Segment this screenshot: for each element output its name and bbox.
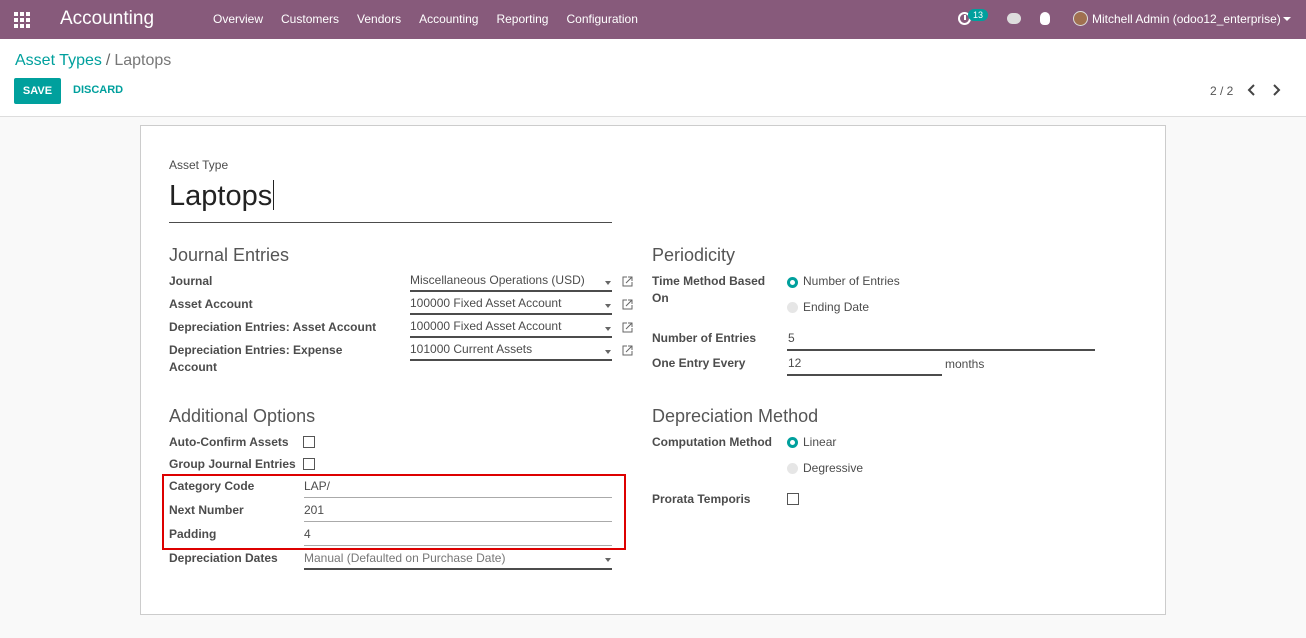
breadcrumb-current: Laptops	[114, 52, 172, 69]
breadcrumb: Asset Types / Laptops	[15, 52, 171, 70]
radio-number-of-entries[interactable]	[787, 277, 798, 288]
menu-configuration[interactable]: Configuration	[566, 12, 637, 26]
asset-account-label: Asset Account	[169, 297, 253, 311]
depreciation-dates-label: Depreciation Dates	[169, 551, 278, 565]
dep-asset-account-external-link-icon[interactable]	[622, 322, 633, 333]
group-entries-label: Group Journal Entries	[169, 457, 296, 471]
apps-menu-icon[interactable]	[14, 12, 31, 28]
time-method-label-line2: On	[652, 291, 669, 305]
highlight-box	[162, 474, 626, 550]
one-entry-every-unit: months	[945, 357, 985, 371]
pager-next-icon[interactable]	[1272, 84, 1281, 96]
dep-expense-account-external-link-icon[interactable]	[622, 345, 633, 356]
prorata-temporis-checkbox[interactable]	[787, 493, 799, 505]
depreciation-dates-value: Manual (Defaulted on Purchase Date)	[304, 551, 506, 565]
asset-account-value: 100000 Fixed Asset Account	[410, 296, 562, 310]
user-avatar[interactable]	[1073, 11, 1088, 26]
journal-label: Journal	[169, 274, 213, 288]
radio-degressive-label[interactable]: Degressive	[803, 461, 863, 475]
menu-overview[interactable]: Overview	[213, 12, 263, 26]
asset-type-name-value: Laptops	[169, 180, 273, 212]
debug-bug-icon[interactable]	[1040, 12, 1050, 25]
dep-expense-account-label-line2: Account	[169, 360, 217, 374]
main-menu: Overview Customers Vendors Accounting Re…	[213, 12, 656, 26]
journal-value: Miscellaneous Operations (USD)	[410, 273, 585, 287]
additional-options-title: Additional Options	[169, 406, 316, 426]
menu-accounting[interactable]: Accounting	[419, 12, 478, 26]
dep-asset-account-dropdown-caret-icon[interactable]	[605, 327, 611, 331]
number-of-entries-input[interactable]: 5	[787, 331, 1095, 351]
dep-asset-account-label: Depreciation Entries: Asset Account	[169, 320, 377, 334]
dep-expense-account-select[interactable]: 101000 Current Assets	[410, 342, 612, 361]
depreciation-dates-select[interactable]: Manual (Defaulted on Purchase Date)	[304, 551, 612, 570]
journal-select[interactable]: Miscellaneous Operations (USD)	[410, 273, 612, 292]
radio-number-of-entries-label[interactable]: Number of Entries	[803, 274, 900, 288]
asset-account-dropdown-caret-icon[interactable]	[605, 304, 611, 308]
number-of-entries-label: Number of Entries	[652, 331, 757, 345]
activity-count-badge: 13	[968, 9, 989, 21]
control-panel: Asset Types / Laptops SAVE DISCARD 2 / 2	[0, 39, 1306, 117]
time-method-label-line1: Time Method Based	[652, 274, 766, 288]
one-entry-every-value: 12	[788, 356, 802, 370]
user-menu-caret-icon[interactable]	[1283, 17, 1291, 21]
asset-account-select[interactable]: 100000 Fixed Asset Account	[410, 296, 612, 315]
radio-linear-label[interactable]: Linear	[803, 435, 836, 449]
dep-expense-account-label-line1: Depreciation Entries: Expense	[169, 343, 343, 357]
asset-type-label: Asset Type	[169, 158, 229, 172]
pager-value[interactable]: 2 / 2	[1210, 84, 1233, 98]
journal-external-link-icon[interactable]	[622, 276, 633, 287]
auto-confirm-label: Auto-Confirm Assets	[169, 435, 289, 449]
one-entry-every-label: One Entry Every	[652, 356, 746, 370]
journal-entries-title: Journal Entries	[169, 245, 290, 265]
menu-reporting[interactable]: Reporting	[496, 12, 548, 26]
chat-icon[interactable]	[1007, 13, 1021, 24]
auto-confirm-checkbox[interactable]	[303, 436, 315, 448]
computation-method-label: Computation Method	[652, 435, 772, 449]
dep-expense-account-value: 101000 Current Assets	[410, 342, 533, 356]
dep-expense-account-dropdown-caret-icon[interactable]	[605, 350, 611, 354]
journal-dropdown-caret-icon[interactable]	[605, 281, 611, 285]
radio-degressive[interactable]	[787, 463, 798, 474]
discard-button[interactable]: DISCARD	[73, 84, 123, 96]
group-entries-checkbox[interactable]	[303, 458, 315, 470]
asset-type-name-input[interactable]: Laptops	[169, 180, 612, 223]
pager-previous-icon[interactable]	[1247, 84, 1256, 96]
one-entry-every-input[interactable]: 12	[787, 356, 942, 376]
depreciation-method-title: Depreciation Method	[652, 406, 819, 426]
user-menu[interactable]: Mitchell Admin (odoo12_enterprise)	[1092, 12, 1281, 26]
dep-asset-account-select[interactable]: 100000 Fixed Asset Account	[410, 319, 612, 338]
menu-vendors[interactable]: Vendors	[357, 12, 401, 26]
radio-ending-date[interactable]	[787, 302, 798, 313]
breadcrumb-asset-types[interactable]: Asset Types	[15, 52, 102, 69]
prorata-temporis-label: Prorata Temporis	[652, 492, 751, 506]
periodicity-title: Periodicity	[652, 245, 736, 265]
app-brand[interactable]: Accounting	[60, 8, 154, 30]
text-cursor	[273, 180, 275, 210]
asset-account-external-link-icon[interactable]	[622, 299, 633, 310]
menu-customers[interactable]: Customers	[281, 12, 339, 26]
save-button[interactable]: SAVE	[14, 78, 61, 104]
dep-asset-account-value: 100000 Fixed Asset Account	[410, 319, 562, 333]
number-of-entries-value: 5	[788, 331, 795, 345]
breadcrumb-separator: /	[105, 52, 111, 69]
radio-linear[interactable]	[787, 437, 798, 448]
depreciation-dates-dropdown-caret-icon[interactable]	[605, 558, 611, 562]
radio-ending-date-label[interactable]: Ending Date	[803, 300, 869, 314]
